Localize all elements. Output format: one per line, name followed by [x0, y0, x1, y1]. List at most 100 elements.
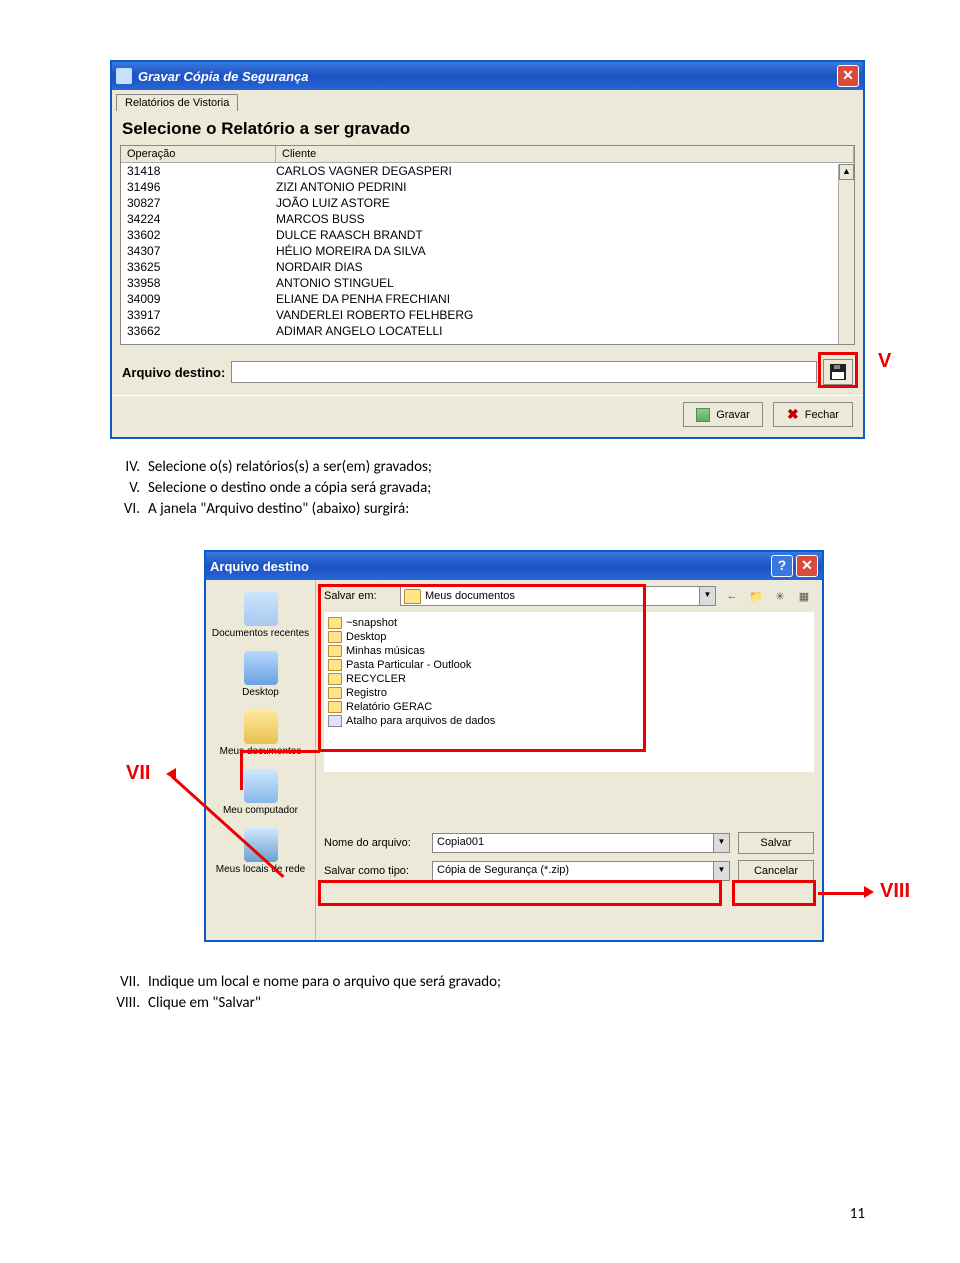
file-item[interactable]: Relatório GERAC	[328, 700, 810, 714]
file-name: ~snapshot	[346, 617, 397, 629]
file-item[interactable]: RECYCLER	[328, 672, 810, 686]
grid-header: Operação Cliente	[121, 146, 854, 163]
browse-save-button[interactable]	[823, 359, 853, 385]
gravar-button[interactable]: Gravar	[683, 402, 763, 427]
file-item[interactable]: Registro	[328, 686, 810, 700]
table-row[interactable]: 33625NORDAIR DIAS	[121, 259, 854, 275]
instructions-2: VII.Indique um local e nome para o arqui…	[110, 972, 865, 1014]
table-row[interactable]: 33917VANDERLEI ROBERTO FELHBERG	[121, 307, 854, 323]
place-recent[interactable]: Documentos recentes	[206, 586, 315, 645]
instruction-num: VII.	[110, 972, 148, 993]
annotation-viii: VIII	[880, 880, 910, 903]
file-item[interactable]: Desktop	[328, 630, 810, 644]
places-bar: Documentos recentes Desktop Meus documento…	[206, 580, 316, 940]
cell-op: 33662	[121, 324, 276, 338]
file-name: RECYCLER	[346, 673, 406, 685]
file-dialog-titlebar: Arquivo destino ? ✕	[206, 552, 822, 580]
place-icon	[244, 769, 278, 803]
annotation-arrow-viii	[818, 892, 866, 895]
back-icon[interactable]: ←	[722, 586, 742, 606]
cell-op: 33602	[121, 228, 276, 242]
place-label: Meu computador	[210, 805, 311, 816]
place-label: Documentos recentes	[210, 628, 311, 639]
filename-row: Nome do arquivo: Copia001 ▼ Salvar	[324, 832, 814, 854]
destination-field[interactable]	[231, 361, 817, 383]
fechar-button[interactable]: ✖ Fechar	[773, 402, 853, 427]
file-dialog: Arquivo destino ? ✕ Documentos recentesD…	[204, 550, 824, 942]
instruction-num: IV.	[110, 457, 148, 478]
file-name: Minhas músicas	[346, 645, 425, 657]
filetype-row: Salvar como tipo: Cópia de Segurança (*.…	[324, 860, 814, 882]
app-icon	[116, 68, 132, 84]
new-folder-icon[interactable]: ✳	[770, 586, 790, 606]
place-icon	[244, 592, 278, 626]
table-row[interactable]: 33958ANTONIO STINGUEL	[121, 275, 854, 291]
table-row[interactable]: 34307HÉLIO MOREIRA DA SILVA	[121, 243, 854, 259]
folder-icon	[328, 673, 342, 685]
instruction-item: VII.Indique um local e nome para o arqui…	[110, 972, 865, 993]
cancel-button[interactable]: Cancelar	[738, 860, 814, 882]
table-row[interactable]: 31418CARLOS VAGNER DEGASPERI	[121, 163, 854, 179]
cell-op: 34307	[121, 244, 276, 258]
place-label: Meus documentos	[210, 746, 311, 757]
file-item[interactable]: Pasta Particular - Outlook	[328, 658, 810, 672]
file-dialog-close[interactable]: ✕	[796, 555, 818, 577]
col-operacao[interactable]: Operação	[121, 146, 276, 162]
close-button[interactable]: ✕	[837, 65, 859, 87]
tab-relatorios[interactable]: Relatórios de Vistoria	[116, 94, 238, 111]
table-row[interactable]: 33662ADIMAR ANGELO LOCATELLI	[121, 323, 854, 339]
filename-input[interactable]: Copia001 ▼	[432, 833, 730, 853]
cell-op: 34009	[121, 292, 276, 306]
cell-cli: MARCOS BUSS	[276, 212, 854, 226]
save-in-select[interactable]: Meus documentos ▼	[400, 586, 716, 606]
filename-label: Nome do arquivo:	[324, 837, 424, 849]
save-button[interactable]: Salvar	[738, 832, 814, 854]
place-mydoc[interactable]: Meus documentos	[206, 704, 315, 763]
instruction-item: IV.Selecione o(s) relatórios(s) a ser(em…	[110, 457, 865, 478]
place-label: Desktop	[210, 687, 311, 698]
file-name: Registro	[346, 687, 387, 699]
cell-op: 33625	[121, 260, 276, 274]
instruction-num: VIII.	[110, 993, 148, 1014]
view-icon[interactable]: ▦	[794, 586, 814, 606]
folder-icon	[328, 631, 342, 643]
filetype-select[interactable]: Cópia de Segurança (*.zip) ▼	[432, 861, 730, 881]
file-name: Atalho para arquivos de dados	[346, 715, 495, 727]
shortcut-icon	[328, 715, 342, 727]
folder-icon	[328, 687, 342, 699]
place-label: Meus locais de rede	[210, 864, 311, 875]
place-icon	[244, 710, 278, 744]
up-icon[interactable]: 📁	[746, 586, 766, 606]
dropdown-icon: ▼	[699, 587, 715, 605]
annotation-v: V	[878, 350, 891, 373]
titlebar: Gravar Cópia de Segurança ✕	[112, 62, 863, 90]
table-row[interactable]: 31496ZIZI ANTONIO PEDRINI	[121, 179, 854, 195]
scrollbar[interactable]: ▲	[838, 164, 854, 344]
report-grid[interactable]: Operação Cliente 31418CARLOS VAGNER DEGA…	[120, 145, 855, 345]
instruction-item: VIII.Clique em "Salvar"	[110, 993, 865, 1014]
toolbar-icons: ← 📁 ✳ ▦	[722, 586, 814, 606]
filetype-value: Cópia de Segurança (*.zip)	[437, 864, 569, 876]
table-row[interactable]: 34224MARCOS BUSS	[121, 211, 854, 227]
file-item[interactable]: ~snapshot	[328, 616, 810, 630]
destination-row: Arquivo destino:	[112, 345, 863, 395]
cell-cli: NORDAIR DIAS	[276, 260, 854, 274]
place-netw[interactable]: Meus locais de rede	[206, 822, 315, 881]
col-cliente[interactable]: Cliente	[276, 146, 854, 162]
table-row[interactable]: 33602DULCE RAASCH BRANDT	[121, 227, 854, 243]
help-button[interactable]: ?	[771, 555, 793, 577]
instruction-item: VI.A janela "Arquivo destino" (abaixo) s…	[110, 499, 865, 520]
cell-cli: JOÃO LUIZ ASTORE	[276, 196, 854, 210]
cell-op: 33917	[121, 308, 276, 322]
file-item[interactable]: Minhas músicas	[328, 644, 810, 658]
file-item[interactable]: Atalho para arquivos de dados	[328, 714, 810, 728]
table-row[interactable]: 30827JOÃO LUIZ ASTORE	[121, 195, 854, 211]
save-in-value: Meus documentos	[425, 590, 515, 602]
cell-cli: DULCE RAASCH BRANDT	[276, 228, 854, 242]
table-row[interactable]: 34009ELIANE DA PENHA FRECHIANI	[121, 291, 854, 307]
file-list[interactable]: ~snapshotDesktopMinhas músicasPasta Part…	[324, 612, 814, 772]
place-mycomp[interactable]: Meu computador	[206, 763, 315, 822]
place-desk[interactable]: Desktop	[206, 645, 315, 704]
scroll-up-icon[interactable]: ▲	[839, 164, 854, 180]
instruction-num: V.	[110, 478, 148, 499]
